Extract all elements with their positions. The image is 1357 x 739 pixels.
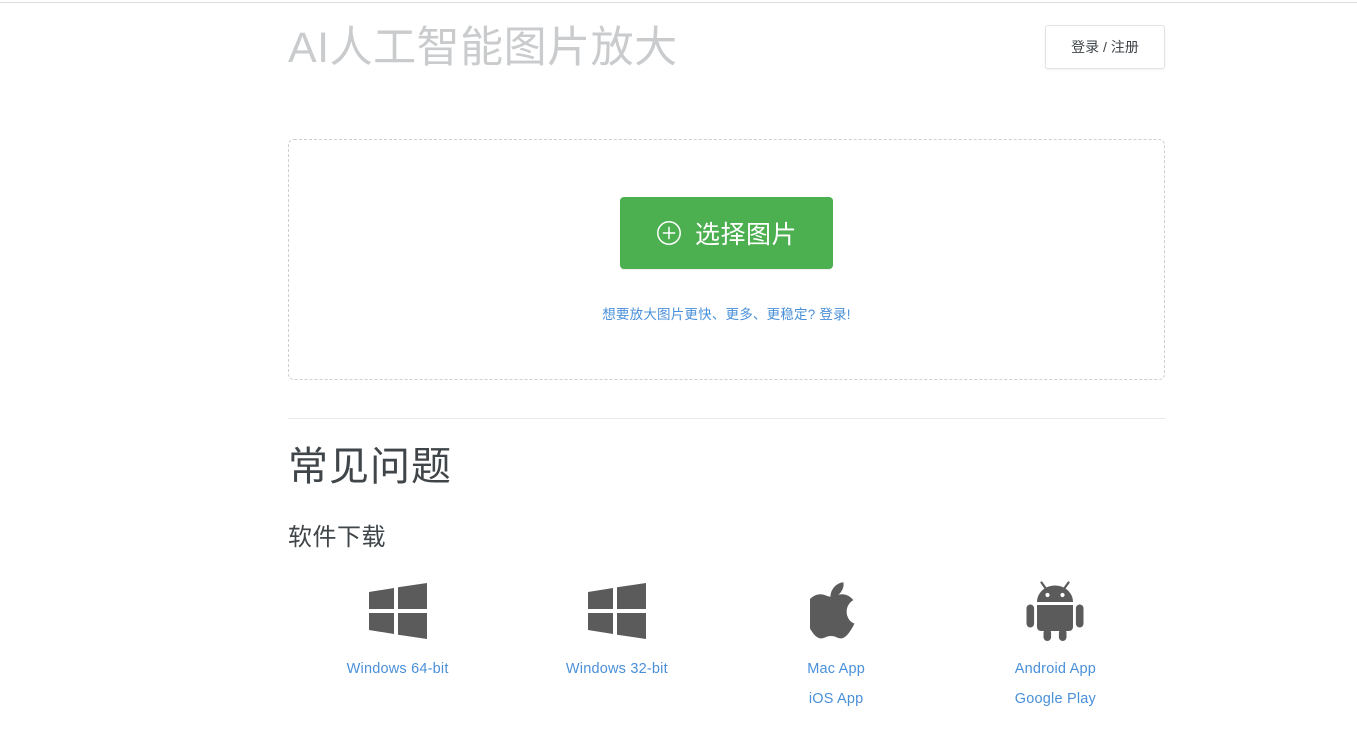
login-upsell-link[interactable]: 想要放大图片更快、更多、更稳定? 登录! xyxy=(602,303,851,323)
windows-icon[interactable] xyxy=(586,580,648,642)
page-root: AI人工智能图片放大 登录 / 注册 选择图片 想要放大图片更快、更多、更稳定?… xyxy=(0,0,1357,739)
login-register-button[interactable]: 登录 / 注册 xyxy=(1045,25,1165,69)
page-title: AI人工智能图片放大 xyxy=(288,24,678,72)
download-item-windows-64: Windows 64-bit xyxy=(288,580,507,684)
download-item-apple: Mac App iOS App xyxy=(727,580,946,714)
plus-circle-icon xyxy=(656,220,682,246)
windows-icon[interactable] xyxy=(367,580,429,642)
download-link[interactable]: Android App xyxy=(1015,654,1096,684)
android-icon[interactable] xyxy=(1026,580,1084,642)
choose-image-button[interactable]: 选择图片 xyxy=(619,196,833,269)
download-item-android: Android App Google Play xyxy=(946,580,1165,714)
downloads-row: Windows 64-bit Windows 32-bit Mac App iO… xyxy=(288,580,1165,714)
software-download-subtitle: 软件下载 xyxy=(288,524,386,551)
faq-section: 常见问题 软件下载 xyxy=(288,437,1165,555)
dropzone-content: 选择图片 想要放大图片更快、更多、更稳定? 登录! xyxy=(289,140,1164,379)
choose-image-label: 选择图片 xyxy=(694,220,797,249)
download-link[interactable]: Google Play xyxy=(1015,684,1096,714)
download-link[interactable]: iOS App xyxy=(809,684,864,714)
section-divider xyxy=(288,418,1165,419)
faq-title: 常见问题 xyxy=(288,445,452,489)
image-dropzone[interactable]: 选择图片 想要放大图片更快、更多、更稳定? 登录! xyxy=(288,139,1165,380)
page-header: AI人工智能图片放大 登录 / 注册 xyxy=(288,0,1165,110)
download-link[interactable]: Mac App xyxy=(807,654,865,684)
apple-icon[interactable] xyxy=(810,580,862,642)
download-item-windows-32: Windows 32-bit xyxy=(507,580,726,684)
download-link[interactable]: Windows 32-bit xyxy=(566,654,668,684)
download-link[interactable]: Windows 64-bit xyxy=(347,654,449,684)
